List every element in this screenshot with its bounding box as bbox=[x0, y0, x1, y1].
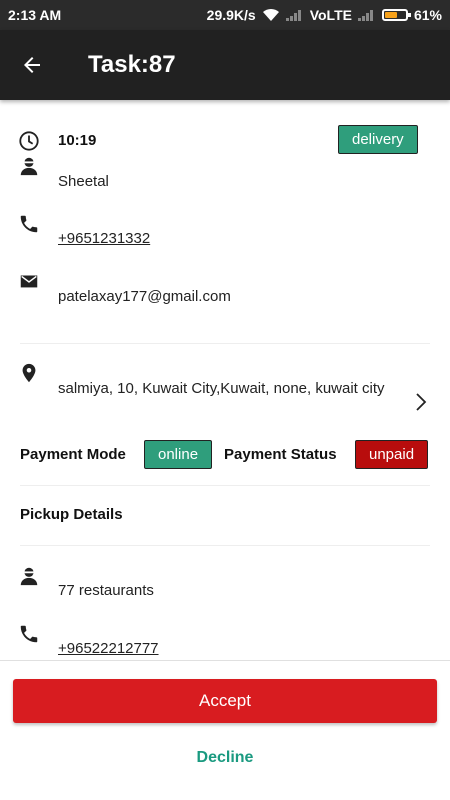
divider bbox=[20, 545, 430, 546]
location-pin-icon bbox=[22, 363, 36, 383]
phone-row: +9651231332 bbox=[0, 213, 450, 253]
battery-icon bbox=[381, 9, 411, 21]
time-row: 10:19 delivery bbox=[0, 125, 450, 158]
signal-icon-2 bbox=[357, 9, 376, 21]
customer-name: Sheetal bbox=[58, 173, 109, 190]
payment-mode-badge: online bbox=[144, 440, 213, 469]
payment-mode-label: Payment Mode bbox=[20, 446, 126, 463]
pickup-phone-row: +96522212777 bbox=[0, 623, 450, 659]
payment-status-label: Payment Status bbox=[224, 446, 337, 463]
chevron-right-icon bbox=[416, 393, 427, 411]
divider bbox=[20, 343, 430, 344]
pickup-name-row: 77 restaurants bbox=[0, 565, 450, 605]
person-icon bbox=[20, 157, 38, 176]
page-title: Task:87 bbox=[88, 51, 176, 78]
pickup-heading: Pickup Details bbox=[20, 506, 123, 523]
battery-percent: 61% bbox=[413, 7, 442, 23]
payment-status-badge: unpaid bbox=[355, 440, 429, 469]
phone-icon bbox=[20, 215, 38, 233]
clock-icon bbox=[19, 131, 39, 151]
app-bar: Task:87 bbox=[0, 30, 450, 100]
divider bbox=[20, 485, 430, 486]
person-icon bbox=[20, 567, 38, 586]
battery-fill bbox=[384, 12, 397, 18]
phone-icon bbox=[20, 625, 38, 643]
action-panel: Accept Decline bbox=[0, 660, 450, 800]
mail-icon bbox=[20, 275, 38, 288]
status-time: 2:13 AM bbox=[8, 7, 62, 23]
pickup-name: 77 restaurants bbox=[58, 582, 154, 599]
status-right: 29.9K/s VoLTE 61% bbox=[207, 7, 442, 23]
signal-icon bbox=[285, 9, 304, 21]
back-button[interactable] bbox=[14, 47, 50, 83]
accept-button[interactable]: Accept bbox=[13, 679, 437, 723]
status-bar: 2:13 AM 29.9K/s VoLTE 61% bbox=[0, 0, 450, 30]
customer-phone-link[interactable]: +9651231332 bbox=[58, 230, 150, 247]
email-row: patelaxay177@gmail.com bbox=[0, 270, 450, 310]
delivery-address: salmiya, 10, Kuwait City,Kuwait, none, k… bbox=[58, 380, 385, 397]
decline-button[interactable]: Decline bbox=[0, 749, 450, 767]
address-row[interactable]: salmiya, 10, Kuwait City,Kuwait, none, k… bbox=[0, 362, 450, 428]
task-type-badge: delivery bbox=[338, 125, 418, 154]
task-time: 10:19 bbox=[58, 132, 97, 149]
arrow-left-icon bbox=[24, 57, 40, 73]
customer-email: patelaxay177@gmail.com bbox=[58, 288, 231, 305]
pickup-phone-link[interactable]: +96522212777 bbox=[58, 640, 159, 657]
wifi-icon bbox=[262, 8, 279, 21]
network-type: VoLTE bbox=[309, 7, 352, 23]
network-speed: 29.9K/s bbox=[206, 7, 256, 23]
customer-row: Sheetal bbox=[0, 155, 450, 190]
payment-row: Payment Mode online Payment Status unpai… bbox=[0, 440, 450, 472]
